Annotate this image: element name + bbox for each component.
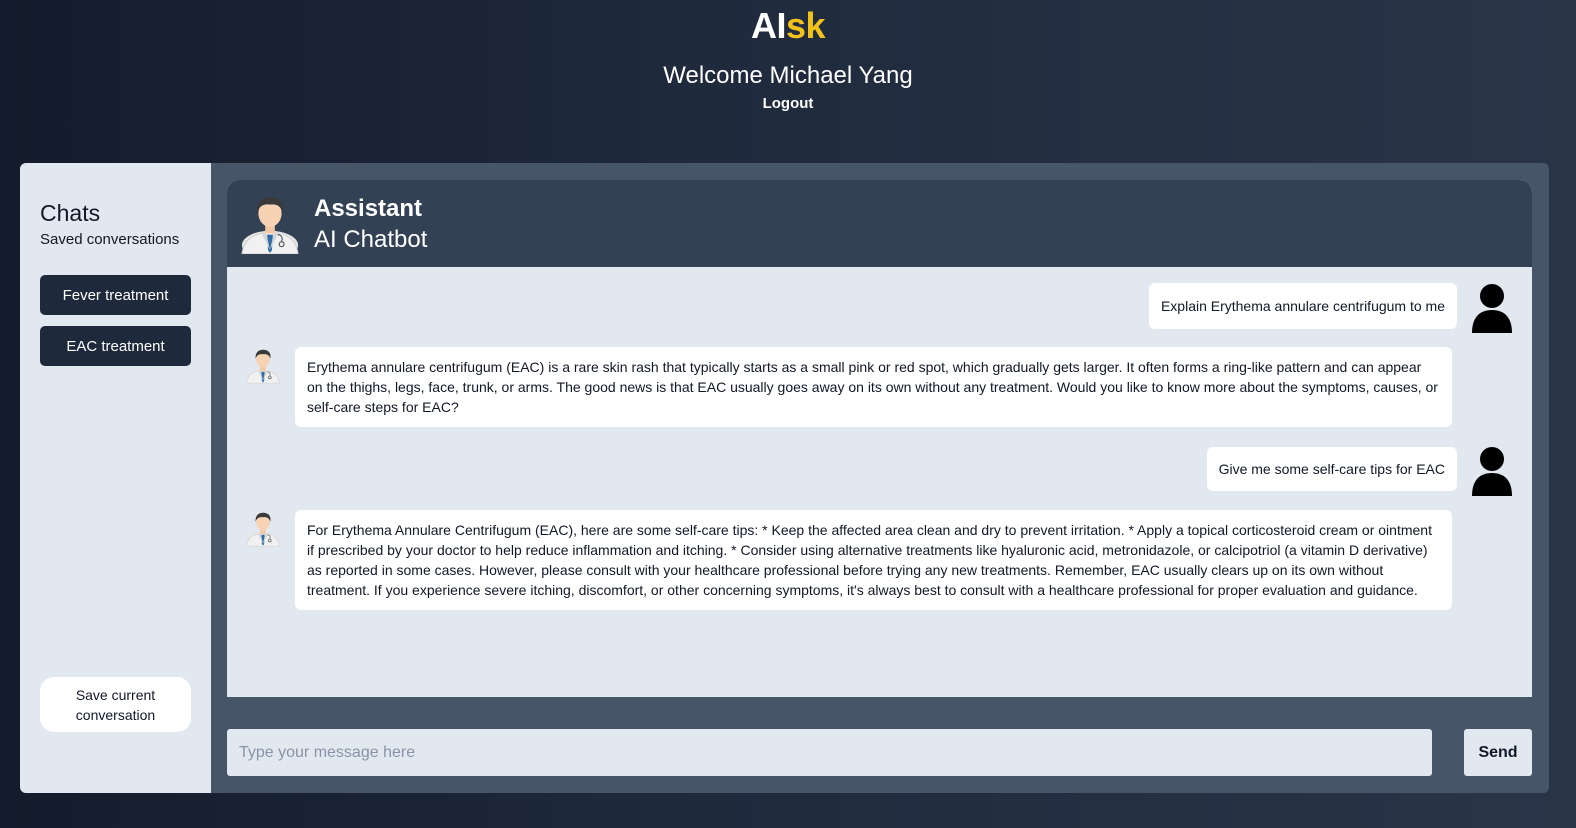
message-input[interactable]: [227, 729, 1432, 776]
assistant-message: For Erythema Annulare Centrifugum (EAC),…: [295, 510, 1452, 610]
logout-link[interactable]: Logout: [0, 95, 1576, 112]
chat-main: Assistant AI Chatbot Explain Erythema an…: [211, 163, 1549, 793]
assistant-message-avatar-icon: [246, 509, 280, 547]
app-logo: AIsk: [0, 5, 1576, 47]
chat-panel: Assistant AI Chatbot Explain Erythema an…: [227, 180, 1532, 697]
save-conversation-button[interactable]: Save current conversation: [40, 677, 191, 732]
app-container: Chats Saved conversations Fever treatmen…: [20, 163, 1549, 793]
logo-main-text: AI: [750, 5, 787, 46]
assistant-avatar-icon: [241, 192, 299, 254]
sidebar-title: Chats: [40, 200, 101, 226]
send-button[interactable]: Send: [1464, 729, 1532, 776]
assistant-message-avatar-icon: [246, 346, 280, 384]
user-avatar-icon: [1470, 446, 1514, 496]
welcome-text: Welcome Michael Yang: [663, 62, 913, 89]
chats-sidebar: Chats Saved conversations Fever treatmen…: [20, 163, 211, 793]
chat-header: Assistant AI Chatbot: [227, 180, 1532, 267]
top-header: AIsk Welcome Michael Yang Logout: [0, 0, 1576, 150]
assistant-message: Erythema annulare centrifugum (EAC) is a…: [295, 347, 1452, 427]
user-avatar-icon: [1470, 283, 1514, 333]
saved-chat-fever-treatment[interactable]: Fever treatment: [40, 275, 191, 315]
message-list: Explain Erythema annulare centrifugum to…: [227, 267, 1532, 697]
logo-accent-text: sk: [785, 5, 826, 46]
user-message: Explain Erythema annulare centrifugum to…: [1148, 283, 1457, 329]
user-message: Give me some self-care tips for EAC: [1206, 447, 1457, 491]
assistant-name: Assistant: [314, 195, 423, 222]
sidebar-subtitle: Saved conversations: [40, 231, 180, 248]
assistant-role: AI Chatbot: [314, 226, 428, 253]
saved-chat-eac-treatment[interactable]: EAC treatment: [40, 326, 191, 366]
